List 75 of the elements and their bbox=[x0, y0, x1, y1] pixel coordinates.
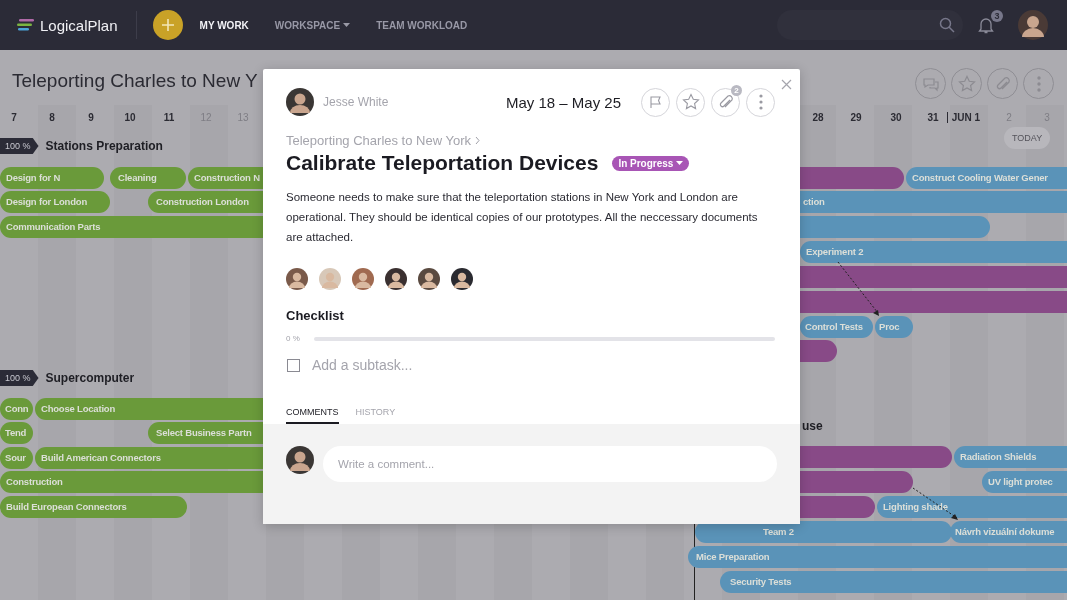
flag-icon bbox=[648, 95, 663, 109]
app-logo[interactable]: LogicalPlan bbox=[40, 16, 118, 34]
progress-tag: 100 % bbox=[0, 138, 39, 154]
comment-field[interactable]: Write a comment... bbox=[323, 446, 777, 482]
logo-icon bbox=[17, 19, 34, 31]
task-bar[interactable]: Experiment 2 bbox=[800, 241, 1067, 263]
today-button[interactable]: TODAY bbox=[1004, 127, 1051, 149]
star-icon bbox=[957, 74, 976, 93]
task-bar[interactable]: Radiation Shields bbox=[954, 446, 1067, 468]
task-bar[interactable]: Návrh vizuální dokume bbox=[950, 521, 1067, 543]
status-dropdown[interactable]: In Progress bbox=[612, 155, 690, 171]
task-bar[interactable]: Control Tests bbox=[800, 316, 873, 338]
notification-count: 3 bbox=[991, 10, 1003, 22]
avatar[interactable] bbox=[385, 268, 407, 290]
task-bar[interactable]: Tend bbox=[0, 422, 33, 444]
day-label: 29 bbox=[849, 112, 863, 123]
add-button[interactable] bbox=[152, 10, 183, 40]
subtask-field[interactable]: Add a subtask... bbox=[312, 357, 777, 373]
progress-percent: 0 % bbox=[286, 334, 301, 343]
plus-icon bbox=[160, 18, 175, 32]
more-icon bbox=[758, 94, 763, 110]
group-title: Supercomputer bbox=[45, 371, 135, 385]
chevron-icon bbox=[475, 136, 480, 145]
bell-icon[interactable] bbox=[977, 16, 995, 34]
nav-link[interactable]: TEAM WORKLOAD bbox=[376, 19, 468, 31]
task-bar[interactable]: Team 2 bbox=[695, 521, 952, 543]
day-label: 8 bbox=[48, 112, 56, 123]
progress-tag: 100 % bbox=[0, 370, 39, 386]
day-label: 7 bbox=[10, 112, 18, 123]
breadcrumb-link[interactable]: Teleporting Charles to New York bbox=[286, 133, 471, 148]
nav-link[interactable]: WORKSPACE bbox=[274, 19, 351, 31]
dependency-arrow bbox=[837, 261, 879, 316]
close-icon[interactable] bbox=[781, 79, 792, 90]
task-bar[interactable]: Design for London bbox=[0, 191, 110, 213]
more-icon bbox=[1036, 75, 1041, 92]
avatar[interactable] bbox=[1018, 10, 1048, 40]
checkbox[interactable] bbox=[287, 358, 300, 372]
chat-icon bbox=[921, 75, 940, 92]
caret-icon bbox=[343, 23, 351, 27]
attachment-count: 2 bbox=[731, 84, 742, 96]
day-label: 10 bbox=[123, 112, 137, 123]
avatar[interactable] bbox=[418, 268, 440, 290]
checklist-title: Checklist bbox=[286, 308, 345, 323]
tab[interactable]: HISTORY bbox=[355, 407, 396, 424]
group-title: use bbox=[802, 419, 823, 433]
group-title: Stations Preparation bbox=[45, 139, 163, 153]
day-label: 9 bbox=[87, 112, 95, 123]
task-bar[interactable]: Design for N bbox=[0, 167, 104, 189]
day-label: JUN 1 bbox=[947, 112, 984, 123]
task-bar[interactable]: Construct Cooling Water Gener bbox=[906, 167, 1067, 189]
day-label: 31 bbox=[926, 112, 940, 123]
task-bar[interactable]: Build European Connectors bbox=[0, 496, 187, 518]
owner-name[interactable]: Jesse White bbox=[323, 95, 389, 109]
day-label: 11 bbox=[162, 112, 176, 123]
task-bar[interactable]: Sour bbox=[0, 447, 33, 469]
avatar bbox=[286, 88, 314, 116]
task-bar[interactable]: Cleaning bbox=[110, 167, 186, 189]
project-title: Teleporting Charles to New Y bbox=[12, 69, 258, 92]
avatar[interactable] bbox=[286, 268, 308, 290]
caret-icon bbox=[676, 161, 684, 165]
day-label: 30 bbox=[889, 112, 903, 123]
search-field[interactable] bbox=[777, 10, 963, 40]
task-bar[interactable]: Lighting shade bbox=[877, 496, 1067, 518]
task-bar[interactable]: Mice Preparation bbox=[688, 546, 1067, 568]
task-bar[interactable]: Proc bbox=[875, 316, 913, 338]
task-bar[interactable]: Conn bbox=[0, 398, 33, 420]
day-label: 28 bbox=[811, 112, 825, 123]
avatar[interactable] bbox=[451, 268, 473, 290]
search-icon bbox=[939, 17, 955, 33]
date-range[interactable]: May 18 – May 25 bbox=[505, 93, 621, 111]
nav-link[interactable]: MY WORK bbox=[199, 19, 249, 31]
task-bar[interactable]: UV light protec bbox=[982, 471, 1067, 493]
avatar bbox=[286, 446, 314, 474]
task-bar[interactable]: Security Tests bbox=[720, 571, 1067, 593]
star-icon bbox=[681, 93, 700, 111]
